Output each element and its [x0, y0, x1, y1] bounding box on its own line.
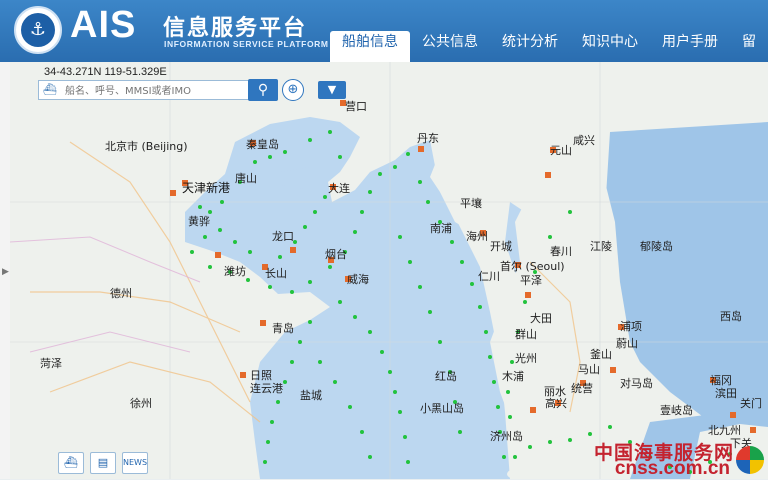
svg-text:仁川: 仁川 [478, 270, 500, 283]
svg-text:菏泽: 菏泽 [40, 357, 62, 370]
header: ⚓ AIS 信息服务平台 INFORMATION SERVICE PLATFOR… [0, 0, 768, 62]
search-icon: ⚲ [257, 82, 269, 98]
ship-search-box: ⛴ [38, 80, 276, 100]
svg-text:小黑山岛: 小黑山岛 [420, 401, 464, 415]
nav-ship-info[interactable]: 船舶信息 [330, 31, 410, 62]
svg-text:海州: 海州 [466, 229, 488, 243]
svg-text:浦项: 浦项 [620, 320, 642, 333]
ships-icon[interactable]: ⛴ [58, 452, 84, 474]
svg-text:天津新港: 天津新港 [182, 180, 230, 195]
svg-text:开城: 开城 [490, 240, 512, 253]
svg-text:西岛: 西岛 [720, 309, 742, 323]
ship-icon: ⛴ [43, 83, 57, 96]
svg-text:元山: 元山 [550, 144, 572, 157]
svg-text:福冈: 福冈 [710, 373, 732, 387]
svg-text:唐山: 唐山 [235, 171, 257, 185]
svg-text:高兴: 高兴 [545, 396, 567, 410]
nav-public-info[interactable]: 公共信息 [410, 31, 490, 62]
svg-text:徐州: 徐州 [130, 396, 152, 410]
svg-text:滨田: 滨田 [715, 386, 737, 400]
svg-text:平壤: 平壤 [460, 196, 482, 210]
anchor-icon: ⚓ [21, 13, 55, 47]
svg-text:丹东: 丹东 [417, 132, 439, 145]
document-icon[interactable]: ▤ [90, 452, 116, 474]
title-en: INFORMATION SERVICE PLATFORM [164, 39, 329, 49]
watermark-en: cnss.com.cn [614, 458, 730, 479]
svg-text:关门: 关门 [740, 396, 762, 410]
svg-text:蔚山: 蔚山 [616, 337, 638, 350]
svg-text:南浦: 南浦 [430, 222, 452, 235]
cnss-logo [736, 446, 764, 474]
nav-knowledge[interactable]: 知识中心 [570, 31, 650, 62]
svg-text:对马岛: 对马岛 [620, 376, 653, 390]
svg-text:黄骅: 黄骅 [188, 214, 210, 228]
title-cn: 信息服务平台 [163, 16, 308, 41]
globe-button[interactable]: ⊕ [282, 79, 304, 101]
svg-text:长山: 长山 [265, 267, 287, 280]
svg-text:群山: 群山 [515, 327, 537, 341]
svg-text:秦皇岛: 秦皇岛 [246, 137, 279, 151]
svg-text:木浦: 木浦 [502, 370, 524, 383]
svg-text:潍坊: 潍坊 [224, 264, 246, 278]
svg-text:红岛: 红岛 [435, 369, 457, 383]
label-beijing: 北京市 (Beijing) [105, 139, 188, 153]
svg-text:龙口: 龙口 [272, 230, 294, 243]
svg-text:北九州: 北九州 [708, 424, 741, 437]
svg-text:日照: 日照 [250, 369, 272, 382]
news-icon[interactable]: NEWS [122, 452, 148, 474]
svg-text:咸兴: 咸兴 [573, 134, 595, 147]
svg-text:釜山: 釜山 [590, 347, 612, 361]
main-nav: 船舶信息 公共信息 统计分析 知识中心 用户手册 留 [330, 31, 768, 62]
map-svg: 北京市 (Beijing) 天津新港 唐山 秦皇岛 黄骅 潍坊 青岛 日照 连云… [10, 62, 768, 479]
search-button[interactable]: ⚲ [248, 79, 278, 101]
nav-user-manual[interactable]: 用户手册 [650, 31, 730, 62]
nav-message[interactable]: 留 [730, 31, 768, 62]
svg-text:营口: 营口 [345, 99, 367, 113]
svg-text:壹岐岛: 壹岐岛 [660, 403, 693, 417]
svg-text:马山: 马山 [578, 363, 600, 376]
svg-text:平泽: 平泽 [520, 274, 542, 287]
svg-text:大田: 大田 [530, 311, 552, 325]
filter-icon: ▼ [327, 83, 337, 96]
svg-text:德州: 德州 [110, 286, 132, 300]
msa-logo: ⚓ [14, 6, 62, 54]
chevron-right-icon: ▶ [2, 267, 9, 277]
ship-search-input[interactable] [63, 83, 263, 99]
filter-button[interactable]: ▼ [318, 81, 346, 99]
svg-text:郁陵岛: 郁陵岛 [640, 239, 673, 253]
cursor-coords: 34-43.271N 119-51.329E [44, 66, 167, 78]
map-canvas[interactable]: 北京市 (Beijing) 天津新港 唐山 秦皇岛 黄骅 潍坊 青岛 日照 连云… [10, 62, 768, 479]
svg-text:青岛: 青岛 [272, 321, 294, 335]
svg-text:大连: 大连 [328, 181, 350, 195]
svg-text:盐城: 盐城 [300, 389, 322, 402]
globe-icon: ⊕ [287, 82, 299, 97]
svg-text:烟台: 烟台 [325, 247, 347, 261]
svg-text:首尔 (Seoul): 首尔 (Seoul) [500, 259, 565, 273]
svg-text:威海: 威海 [347, 272, 369, 286]
nav-statistics[interactable]: 统计分析 [490, 31, 570, 62]
svg-text:统营: 统营 [571, 381, 593, 395]
map-tools: ⛴ ▤ NEWS [58, 452, 148, 474]
svg-text:连云港: 连云港 [250, 382, 283, 395]
brand-ais: AIS [70, 4, 137, 46]
svg-text:济州岛: 济州岛 [490, 429, 523, 443]
svg-text:光州: 光州 [515, 351, 537, 365]
svg-text:江陵: 江陵 [590, 240, 612, 253]
svg-text:春川: 春川 [550, 245, 572, 258]
